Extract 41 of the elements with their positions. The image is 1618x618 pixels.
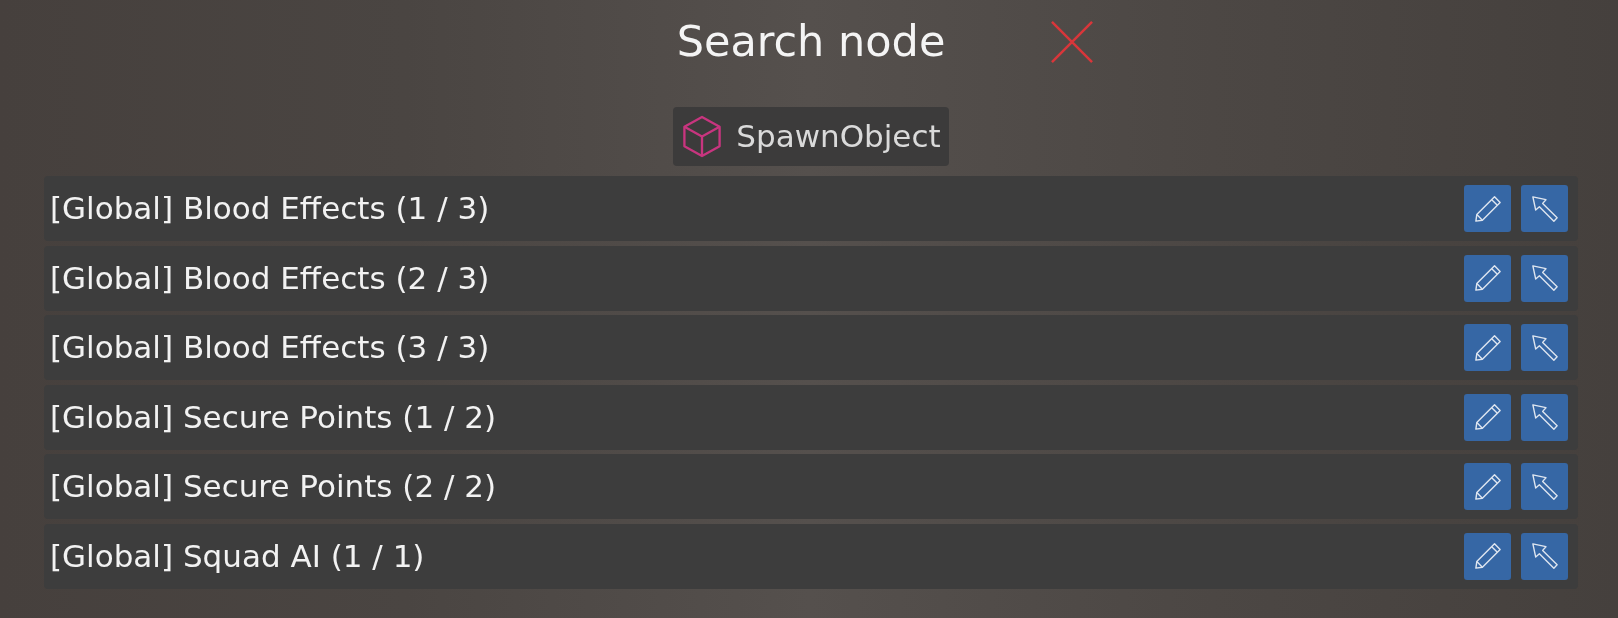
cursor-arrow-icon [1530,403,1559,431]
pencil-icon [1473,472,1502,501]
dialog-title: Search node [676,20,946,63]
cube-icon [682,115,723,158]
result-row[interactable]: [Global] Squad AI (1 / 1) [44,523,1578,589]
chip-label: SpawnObject [736,121,941,152]
result-label: [Global] Secure Points (2 / 2) [50,471,497,502]
cursor-arrow-icon [1530,194,1559,223]
cursor-arrow-icon [1530,542,1559,570]
select-button[interactable] [1521,393,1568,441]
result-row[interactable]: [Global] Secure Points (2 / 2) [44,454,1578,519]
select-button[interactable] [1521,532,1568,580]
select-button[interactable] [1521,463,1568,510]
pencil-icon [1473,542,1502,570]
cursor-arrow-icon [1530,264,1559,292]
result-label: [Global] Secure Points (1 / 2) [50,401,497,433]
edit-button[interactable] [1464,254,1511,302]
edit-button[interactable] [1464,463,1511,510]
close-icon [1051,20,1094,63]
cursor-arrow-icon [1530,472,1559,501]
pencil-icon [1473,264,1502,292]
edit-button[interactable] [1464,185,1511,232]
node-type-chip[interactable]: SpawnObject [673,107,949,166]
pencil-icon [1473,403,1502,431]
pencil-icon [1473,333,1502,362]
edit-button[interactable] [1464,532,1511,580]
edit-button[interactable] [1464,393,1511,441]
result-row[interactable]: [Global] Secure Points (1 / 2) [44,384,1578,450]
result-label: [Global] Blood Effects (1 / 3) [50,193,490,224]
select-button[interactable] [1521,324,1568,371]
select-button[interactable] [1521,185,1568,232]
result-label: [Global] Blood Effects (3 / 3) [50,332,490,363]
cursor-arrow-icon [1530,333,1559,362]
result-row[interactable]: [Global] Blood Effects (3 / 3) [44,315,1578,380]
result-label: [Global] Blood Effects (2 / 3) [50,262,490,294]
result-row[interactable]: [Global] Blood Effects (2 / 3) [44,245,1578,311]
pencil-icon [1473,194,1502,223]
select-button[interactable] [1521,254,1568,302]
result-label: [Global] Squad AI (1 / 1) [50,540,425,572]
edit-button[interactable] [1464,324,1511,371]
result-row[interactable]: [Global] Blood Effects (1 / 3) [44,176,1578,241]
